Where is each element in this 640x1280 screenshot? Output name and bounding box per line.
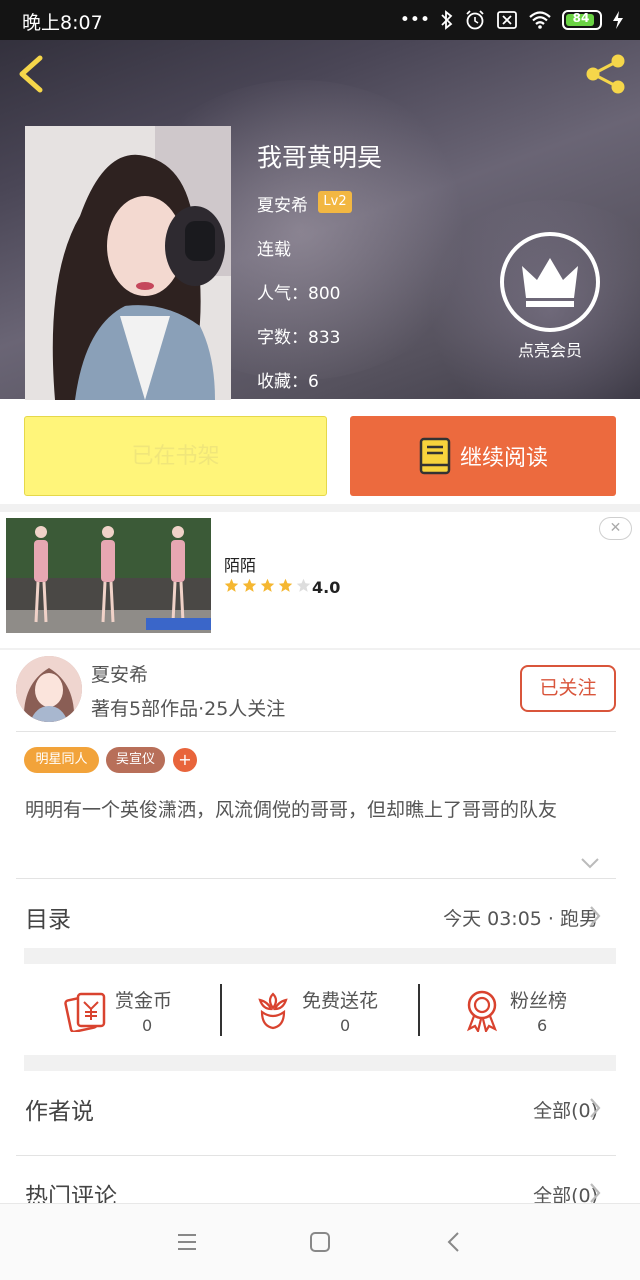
battery-level: 84 <box>572 11 590 25</box>
reward-coins-count: 0 <box>142 1016 153 1035</box>
catalog-row[interactable]: 目录 今天 03:05 · 跑男 <box>0 880 640 948</box>
vip-label[interactable]: 点亮会员 <box>500 337 600 361</box>
chevron-right-icon <box>590 1183 601 1203</box>
author-level-badge: Lv2 <box>318 191 352 213</box>
flower-icon <box>258 992 288 1030</box>
cover-portrait <box>25 126 231 400</box>
tag-item[interactable]: 吴宣仪 <box>106 747 165 773</box>
expand-description-button[interactable] <box>580 854 600 873</box>
red-envelope-icon <box>64 992 106 1032</box>
menu-icon[interactable] <box>176 1232 198 1252</box>
sim-off-icon <box>497 11 517 29</box>
section-divider <box>0 504 640 512</box>
book-favorites: 收藏：6 <box>257 372 319 392</box>
section-divider <box>24 948 616 964</box>
book-cover-image[interactable] <box>25 126 231 400</box>
star-icon <box>278 578 293 592</box>
book-description: 明明有一个英俊潇洒，风流倜傥的哥哥，但却瞧上了哥哥的队友 <box>25 799 558 821</box>
add-tag-button[interactable]: + <box>173 748 197 772</box>
star-icon <box>260 578 275 592</box>
wifi-icon <box>529 11 551 29</box>
author-works-count: 著有5部作品·25人关注 <box>91 698 286 720</box>
chevron-right-icon <box>590 906 601 926</box>
back-button[interactable] <box>12 52 52 96</box>
vertical-divider <box>220 984 222 1036</box>
section-divider <box>24 1055 616 1071</box>
ad-app-name[interactable]: 陌陌 <box>224 552 256 576</box>
ad-star-rating <box>224 578 311 593</box>
star-icon <box>224 578 239 592</box>
divider <box>16 1155 616 1156</box>
reward-flowers-button[interactable]: 免费送花 0 <box>254 984 404 1044</box>
book-word-count: 字数：833 <box>257 328 341 348</box>
divider <box>16 731 616 732</box>
book-status: 连载 <box>257 240 291 260</box>
status-time: 晚上8:07 <box>22 12 103 34</box>
more-dots-icon: ••• <box>399 10 430 30</box>
divider <box>16 878 616 879</box>
vertical-divider <box>418 984 420 1036</box>
charging-icon <box>613 11 623 29</box>
author-says-row[interactable]: 作者说 全部(0) <box>0 1072 640 1154</box>
author-card-name[interactable]: 夏安希 <box>91 660 148 687</box>
author-avatar[interactable] <box>16 656 82 722</box>
ad-rating-value: 4.0 <box>312 578 341 597</box>
in-shelf-button[interactable]: 已在书架 <box>24 416 327 496</box>
author-name[interactable]: 夏安希 <box>257 191 308 216</box>
share-icon <box>586 54 625 94</box>
reward-coins-button[interactable]: 赏金币 0 <box>64 984 204 1044</box>
reward-coins-label: 赏金币 <box>115 990 173 1012</box>
status-icons: ••• 84 <box>400 8 624 32</box>
avatar-image <box>16 656 82 722</box>
fan-ranking-label: 粉丝榜 <box>510 990 568 1012</box>
medal-icon <box>466 990 498 1032</box>
tag-item[interactable]: 明星同人 <box>24 747 99 773</box>
book-popularity: 人气：800 <box>257 284 341 304</box>
star-icon <box>242 578 257 592</box>
ad-image[interactable] <box>6 518 211 633</box>
ad-close-button[interactable]: ✕ <box>599 517 632 540</box>
chevron-down-icon <box>581 858 599 869</box>
vip-button[interactable] <box>500 232 600 332</box>
status-bar: 晚上8:07 ••• 84 <box>0 0 640 40</box>
ad-photo <box>6 518 211 633</box>
back-arrow-icon <box>19 55 43 93</box>
author-says-title: 作者说 <box>25 1099 94 1125</box>
home-icon[interactable] <box>309 1231 331 1253</box>
crown-icon <box>522 258 578 307</box>
book-title: 我哥黄明昊 <box>257 143 383 172</box>
catalog-latest-update: 今天 03:05 · 跑男 <box>443 908 598 930</box>
follow-button[interactable]: 已关注 <box>520 665 616 712</box>
reward-flowers-label: 免费送花 <box>302 990 379 1012</box>
star-empty-icon <box>296 578 311 592</box>
catalog-title: 目录 <box>25 907 71 933</box>
alarm-icon <box>466 10 484 30</box>
share-button[interactable] <box>584 52 628 96</box>
continue-reading-button[interactable]: 继续阅读 <box>350 416 616 496</box>
hot-comments-title: 热门评论 <box>25 1184 117 1203</box>
system-navigation-bar <box>0 1203 640 1280</box>
bluetooth-icon <box>441 10 453 30</box>
fan-ranking-count: 6 <box>537 1016 548 1035</box>
continue-reading-label: 继续阅读 <box>459 446 548 471</box>
battery-icon: 84 <box>562 10 602 30</box>
section-divider <box>0 648 640 650</box>
book-icon <box>419 437 451 475</box>
chevron-right-icon <box>590 1098 601 1118</box>
reward-flowers-count: 0 <box>340 1016 351 1035</box>
fan-ranking-button[interactable]: 粉丝榜 6 <box>462 984 592 1044</box>
hot-comments-row[interactable]: 热门评论 全部(0) <box>0 1157 640 1203</box>
back-icon[interactable] <box>446 1231 462 1253</box>
